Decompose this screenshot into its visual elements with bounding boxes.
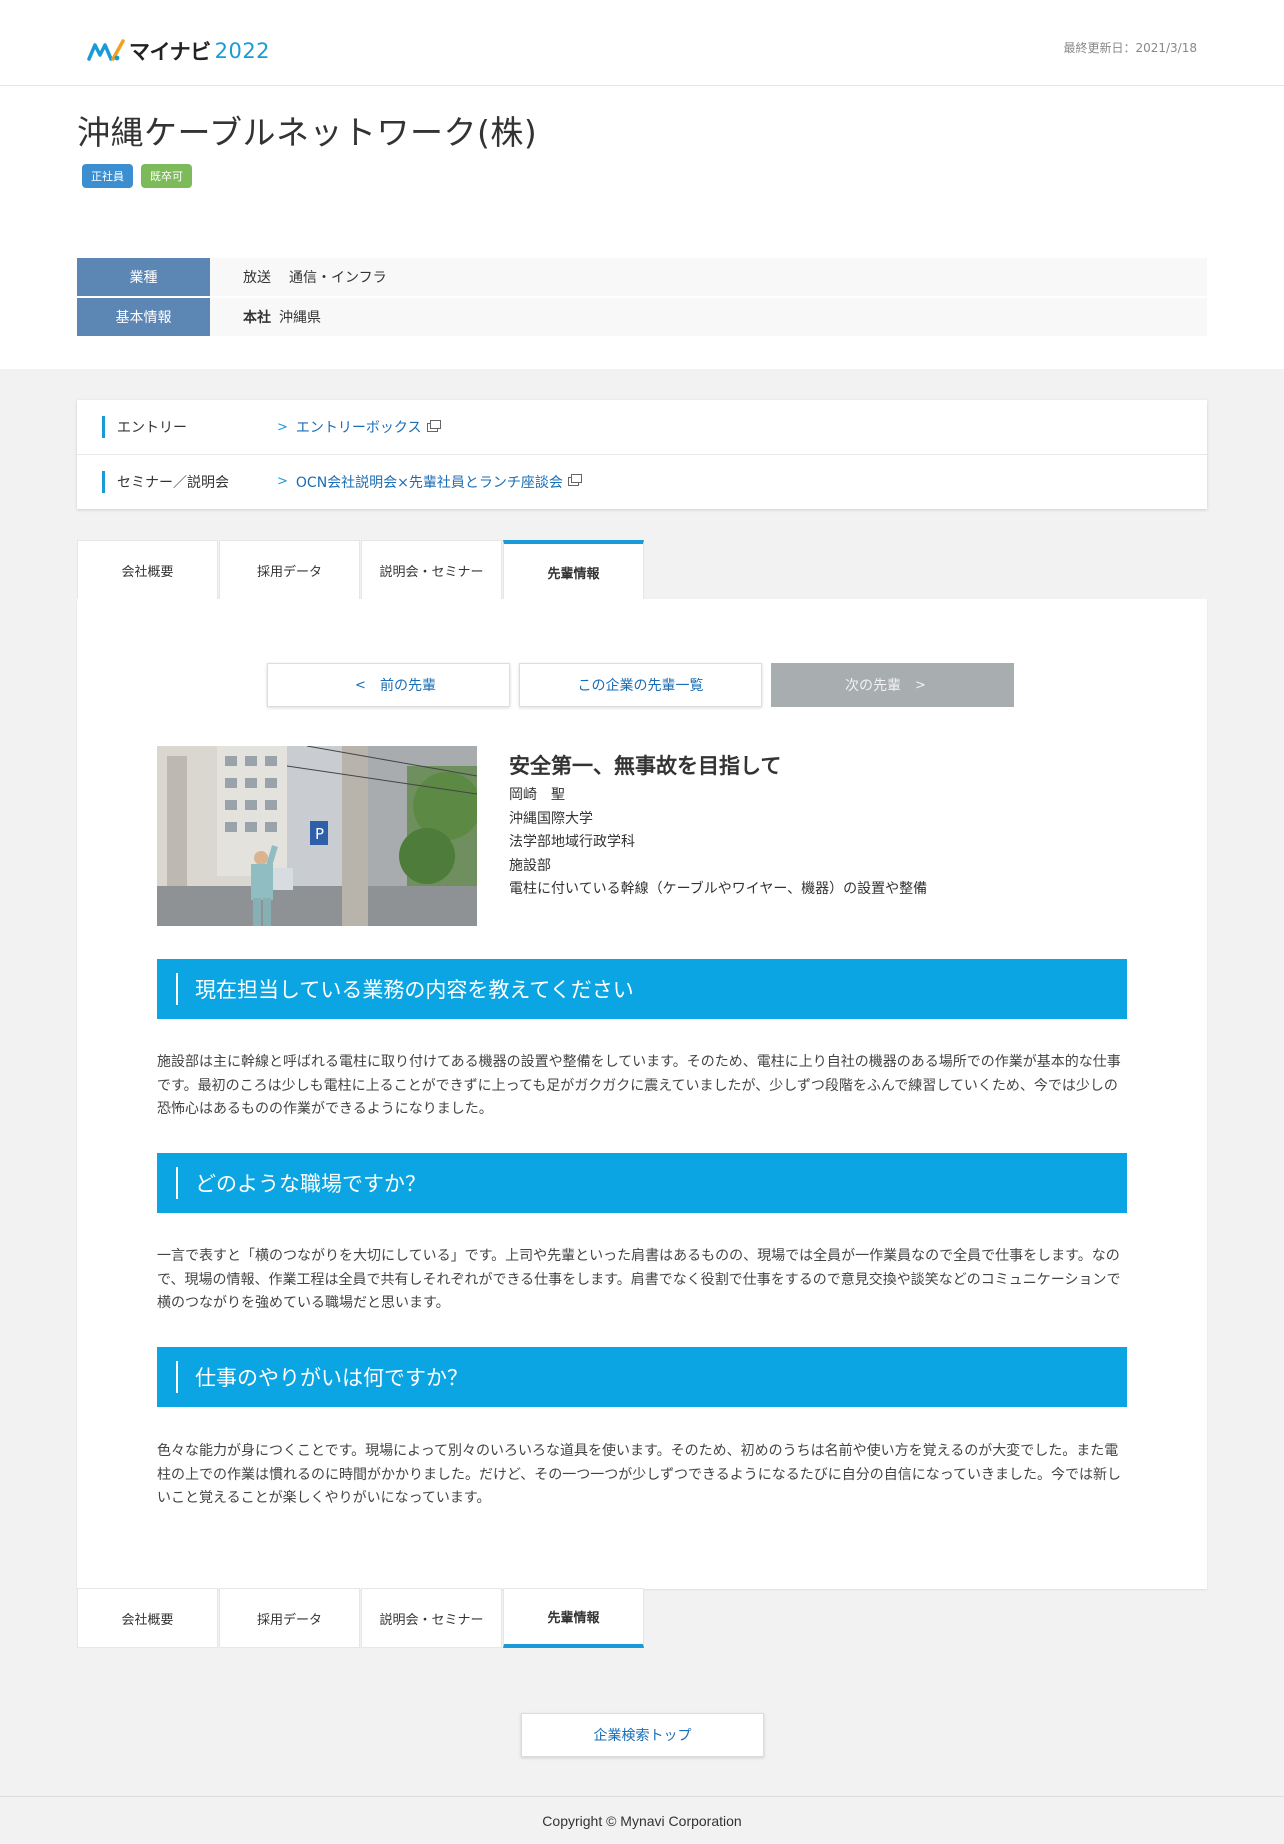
tab-seminars[interactable]: 説明会・セミナー bbox=[361, 1588, 502, 1648]
seminar-link[interactable]: > OCN会社説明会×先輩社員とランチ座談会 bbox=[277, 472, 582, 492]
senior-work: 電柱に付いている幹線（ケーブルやワイヤー、機器）の設置や整備 bbox=[509, 881, 928, 897]
industry-label: 業種 bbox=[77, 258, 210, 296]
industry-value-1: 放送 bbox=[243, 270, 271, 286]
senior-photo: P bbox=[157, 746, 477, 926]
prev-senior-label: 前の先輩 bbox=[379, 678, 436, 694]
question-heading-3: 仕事のやりがいは何ですか？ bbox=[157, 1347, 1127, 1407]
question-heading-1: 現在担当している業務の内容を教えてください bbox=[157, 959, 1127, 1019]
answer-text-2: 一言で表すと「横のつながりを大切にしている」です。上司や先輩といった肩書はあるも… bbox=[157, 1248, 1121, 1311]
info-table: 業種 放送 通信・インフラ 基本情報 本社 沖縄県 bbox=[77, 258, 1207, 338]
senior-navigation: < 前の先輩 この企業の先輩一覧 次の先輩 > bbox=[267, 663, 1014, 707]
chevron-right-icon: > bbox=[277, 474, 288, 489]
entry-row: エントリー > エントリーボックス bbox=[77, 400, 1207, 454]
industry-value: 放送 通信・インフラ bbox=[210, 258, 1207, 296]
profile-text: 安全第一、無事故を目指して 岡崎 聖 沖縄国際大学 法学部地域行政学科 施設部 … bbox=[509, 750, 927, 926]
hq-value: 沖縄県 bbox=[279, 310, 321, 326]
badge-fulltime: 正社員 bbox=[82, 164, 133, 188]
next-senior-label: 次の先輩 bbox=[845, 678, 902, 694]
company-search-top-button[interactable]: 企業検索トップ bbox=[521, 1713, 764, 1757]
svg-text:P: P bbox=[315, 825, 324, 843]
senior-detail-panel: < 前の先輩 この企業の先輩一覧 次の先輩 > P 安全第一、無事故を目指して … bbox=[77, 599, 1207, 1589]
company-name: 沖縄ケーブルネットワーク(株) bbox=[77, 113, 538, 152]
senior-list-button[interactable]: この企業の先輩一覧 bbox=[519, 663, 762, 707]
mynavi-logo-icon bbox=[87, 39, 125, 61]
senior-name: 岡崎 聖 bbox=[509, 787, 565, 803]
external-window-icon bbox=[426, 419, 441, 432]
tab-bar-bottom: 会社概要 採用データ 説明会・セミナー 先輩情報 bbox=[77, 1588, 645, 1648]
basic-info-label: 基本情報 bbox=[77, 298, 210, 336]
industry-value-2: 通信・インフラ bbox=[289, 270, 387, 286]
tab-seniors[interactable]: 先輩情報 bbox=[503, 1588, 644, 1648]
site-header: マイナビ 2022 最終更新日：2021/3/18 bbox=[0, 0, 1284, 86]
question-text: どのような職場ですか？ bbox=[195, 1172, 426, 1196]
senior-department: 施設部 bbox=[509, 857, 551, 874]
tab-bar-top: 会社概要 採用データ 説明会・セミナー 先輩情報 bbox=[77, 540, 645, 601]
top-section: マイナビ 2022 最終更新日：2021/3/18 沖縄ケーブルネットワーク(株… bbox=[0, 0, 1284, 369]
badge-graduate-ok: 既卒可 bbox=[141, 164, 192, 188]
footer-copyright: Copyright © Mynavi Corporation bbox=[0, 1796, 1284, 1844]
action-links: エントリー > エントリーボックス セミナー／説明会 > OCN会社説明会×先輩… bbox=[77, 400, 1207, 509]
tab-seniors[interactable]: 先輩情報 bbox=[503, 540, 644, 601]
seminar-row: セミナー／説明会 > OCN会社説明会×先輩社員とランチ座談会 bbox=[77, 454, 1207, 508]
tab-recruitment-data[interactable]: 採用データ bbox=[219, 1588, 360, 1648]
seminar-link-label: OCN会社説明会×先輩社員とランチ座談会 bbox=[295, 474, 563, 491]
info-row-basic: 基本情報 本社 沖縄県 bbox=[77, 298, 1207, 336]
entry-box-link[interactable]: > エントリーボックス bbox=[277, 417, 441, 437]
next-senior-button[interactable]: 次の先輩 > bbox=[771, 663, 1014, 707]
answer-text-1: 施設部は主に幹線と呼ばれる電柱に取り付けてある機器の設置や整備をしています。その… bbox=[157, 1054, 1121, 1117]
logo-text: マイナビ bbox=[129, 40, 211, 64]
seminar-label: セミナー／説明会 bbox=[102, 470, 229, 493]
senior-profile: P 安全第一、無事故を目指して 岡崎 聖 沖縄国際大学 法学部地域行政学科 施設… bbox=[157, 746, 927, 926]
senior-faculty: 法学部地域行政学科 bbox=[509, 834, 635, 850]
answer-text-3: 色々な能力が身につくことです。現場によって別々のいろいろな道具を使います。そのた… bbox=[157, 1443, 1122, 1506]
basic-info-value: 本社 沖縄県 bbox=[210, 298, 1207, 336]
external-window-icon bbox=[567, 474, 582, 486]
chevron-right-icon: > bbox=[915, 677, 926, 693]
question-text: 現在担当している業務の内容を教えてください bbox=[195, 978, 634, 1002]
tab-recruitment-data[interactable]: 採用データ bbox=[219, 540, 360, 600]
senior-university: 沖縄国際大学 bbox=[509, 810, 593, 827]
badges: 正社員 既卒可 bbox=[82, 164, 192, 188]
chevron-right-icon: > bbox=[277, 419, 288, 435]
entry-label: エントリー bbox=[102, 416, 187, 438]
question-heading-2: どのような職場ですか？ bbox=[157, 1153, 1127, 1213]
tab-company-overview[interactable]: 会社概要 bbox=[77, 540, 218, 600]
logo-year: 2022 bbox=[214, 39, 271, 63]
last-updated: 最終更新日：2021/3/18 bbox=[1063, 41, 1197, 55]
info-row-industry: 業種 放送 通信・インフラ bbox=[77, 258, 1207, 296]
chevron-left-icon: < bbox=[355, 677, 366, 693]
hq-label: 本社 bbox=[243, 310, 271, 326]
tab-seminars[interactable]: 説明会・セミナー bbox=[361, 540, 502, 600]
question-text: 仕事のやりがいは何ですか？ bbox=[195, 1366, 468, 1390]
tab-company-overview[interactable]: 会社概要 bbox=[77, 1588, 218, 1648]
prev-senior-button[interactable]: < 前の先輩 bbox=[267, 663, 510, 707]
mynavi-logo[interactable]: マイナビ 2022 bbox=[87, 36, 270, 66]
senior-headline: 安全第一、無事故を目指して bbox=[509, 754, 782, 778]
entry-box-link-label: エントリーボックス bbox=[295, 420, 422, 436]
